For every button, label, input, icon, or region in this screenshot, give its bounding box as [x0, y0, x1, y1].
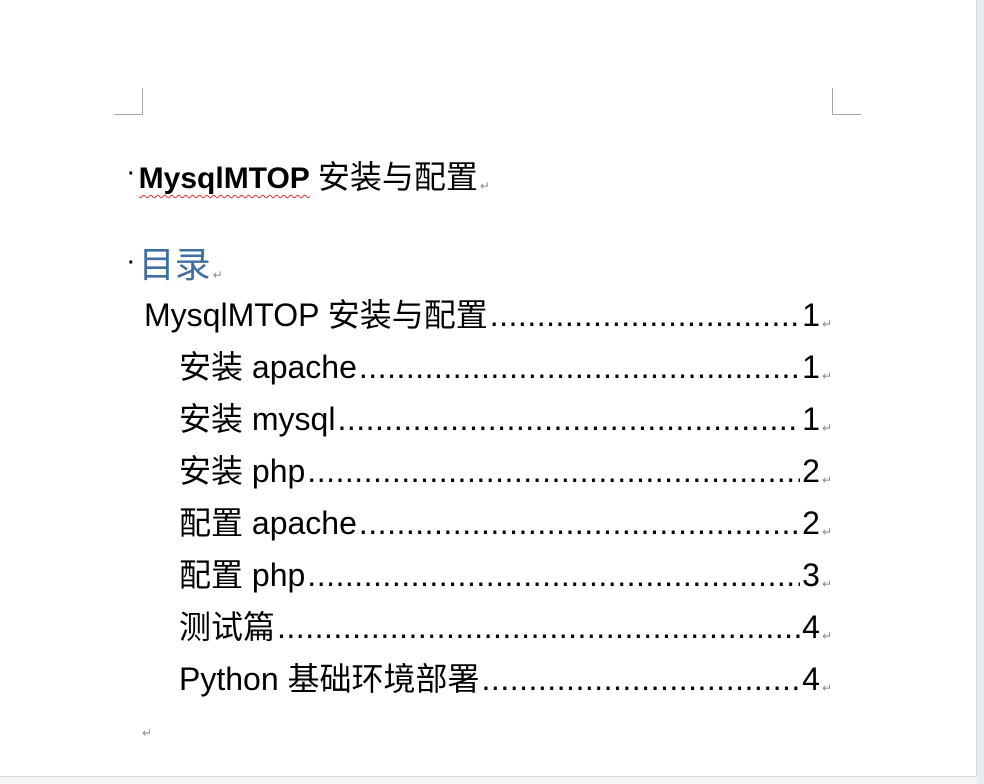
document-page: · MysqlMTOP 安装与配置 ↵ · 目录 ↵ MysqlMTOP 安装与…	[0, 0, 977, 777]
toc-entry-label: 安装 mysql	[179, 401, 336, 437]
crop-mark-top-left	[114, 88, 143, 115]
toc-dot-leader: ........................................…	[307, 557, 800, 593]
heading-bullet: ·	[128, 163, 135, 185]
toc-dot-leader: ........................................…	[307, 453, 800, 489]
toc-entry-label: 配置 apache	[179, 505, 357, 541]
toc-dot-leader: ........................................…	[481, 661, 801, 697]
toc-page-number: 2	[802, 505, 820, 541]
toc-dot-leader: ........................................…	[358, 349, 801, 385]
vertical-scrollbar[interactable]	[977, 0, 984, 784]
paragraph-mark: ↵	[821, 369, 832, 383]
toc-entry[interactable]: 配置 apache...............................…	[179, 498, 832, 542]
toc-entry[interactable]: 安装 apache...............................…	[179, 342, 832, 386]
toc-page-number: 1	[802, 349, 820, 385]
paragraph-mark: ↵	[479, 179, 490, 193]
title-latin: MysqlMTOP	[138, 162, 310, 195]
heading-bullet: ·	[128, 252, 135, 274]
toc-entry[interactable]: Python 基础环境部署...........................…	[179, 654, 832, 698]
toc-page-number: 4	[802, 609, 820, 645]
toc-dot-leader: ........................................…	[277, 609, 801, 645]
paragraph-mark: ↵	[821, 577, 832, 591]
paragraph-mark: ↵	[142, 726, 153, 740]
toc-heading[interactable]: · 目录 ↵	[128, 236, 223, 288]
toc-page-number: 2	[802, 453, 820, 489]
toc-entry-label: Python 基础环境部署	[179, 661, 480, 697]
crop-mark-top-right	[832, 88, 861, 115]
toc-entry[interactable]: 安装 php..................................…	[179, 446, 832, 490]
toc-entry-label: MysqlMTOP 安装与配置	[144, 297, 488, 333]
paragraph-mark: ↵	[821, 629, 832, 643]
toc-entry[interactable]: 配置 php..................................…	[179, 550, 832, 594]
toc-page-number: 1	[802, 297, 820, 333]
paragraph-mark: ↵	[212, 268, 223, 282]
toc-entry-label: 配置 php	[179, 557, 306, 593]
toc-dot-leader: ........................................…	[358, 505, 801, 541]
toc-entry[interactable]: MysqlMTOP 安装与配置.........................…	[144, 290, 832, 334]
toc-entry[interactable]: 测试篇.....................................…	[179, 602, 832, 646]
paragraph-mark: ↵	[821, 317, 832, 331]
toc-entry-label: 安装 apache	[179, 349, 357, 385]
paragraph-mark: ↵	[821, 681, 832, 695]
toc-entry-label: 安装 php	[179, 453, 306, 489]
paragraph-mark: ↵	[821, 525, 832, 539]
toc-page-number: 1	[802, 401, 820, 437]
toc-page-number: 3	[802, 557, 820, 593]
toc-entry-label: 测试篇	[179, 609, 276, 645]
document-title[interactable]: · MysqlMTOP 安装与配置 ↵	[128, 152, 490, 198]
toc-dot-leader: ........................................…	[489, 297, 800, 333]
paragraph-mark: ↵	[821, 473, 832, 487]
toc-entry[interactable]: 安装 mysql................................…	[179, 394, 832, 438]
toc-page-number: 4	[802, 661, 820, 697]
toc-dot-leader: ........................................…	[337, 401, 800, 437]
title-cjk: 安装与配置	[317, 158, 478, 196]
paragraph-mark: ↵	[821, 421, 832, 435]
toc-heading-text: 目录	[138, 245, 211, 286]
